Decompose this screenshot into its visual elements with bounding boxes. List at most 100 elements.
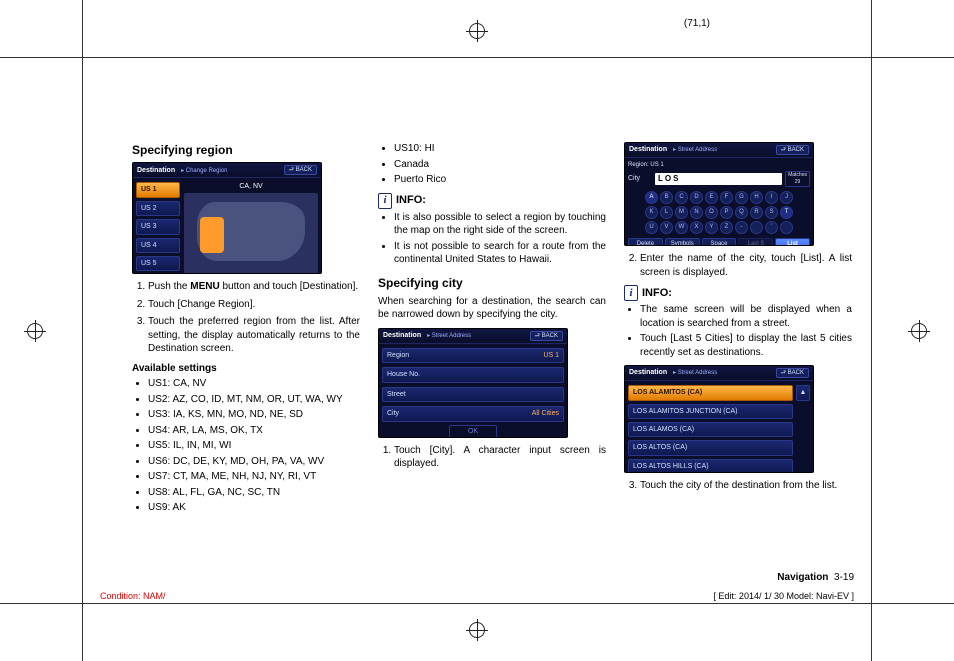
kbd-delete-button[interactable]: Delete (628, 238, 663, 246)
key[interactable]: P (720, 206, 733, 219)
info-heading: i INFO: (378, 193, 606, 209)
city-list-item[interactable]: LOS ALAMITOS (CA) (628, 385, 793, 400)
edit-stamp: [ Edit: 2014/ 1/ 30 Model: Navi-EV ] (713, 591, 854, 601)
region-opt[interactable]: US 2 (136, 201, 180, 216)
key[interactable]: Y (705, 221, 718, 234)
key[interactable]: U (645, 221, 658, 234)
screen-title: Destination (629, 369, 667, 376)
key[interactable]: F (720, 191, 733, 204)
section-footer: Navigation 3-19 (777, 572, 854, 583)
registration-mark (908, 320, 930, 342)
city-intro: When searching for a destination, the se… (378, 295, 606, 322)
key[interactable]: O (705, 206, 718, 219)
registration-mark (466, 619, 488, 641)
region-entry: US10: HI (394, 142, 606, 156)
more-regions-list: US10: HI Canada Puerto Rico (378, 142, 606, 187)
key[interactable]: K (645, 206, 658, 219)
region-opt[interactable]: US 3 (136, 219, 180, 234)
key[interactable]: ʼ (765, 221, 778, 234)
city-list-item[interactable]: LOS ALTOS (CA) (628, 440, 793, 455)
key[interactable]: D (690, 191, 703, 204)
region-map[interactable] (184, 193, 318, 274)
step: Touch the preferred region from the list… (148, 315, 360, 356)
kbd-space-button[interactable]: Space (702, 238, 737, 246)
back-button[interactable]: ⮐ BACK (776, 368, 809, 378)
region-value: US 1 (650, 162, 663, 168)
back-button[interactable]: ⮐ BACK (284, 165, 317, 175)
region-opt[interactable]: US 5 (136, 256, 180, 271)
key[interactable]: N (690, 206, 703, 219)
city-input[interactable]: LOS (655, 173, 782, 186)
key[interactable]: S (765, 206, 778, 219)
heading-specifying-city: Specifying city (378, 275, 606, 291)
key[interactable]: B (660, 191, 673, 204)
key[interactable]: L (660, 206, 673, 219)
key[interactable]: G (735, 191, 748, 204)
form-row-city[interactable]: CityAll Cities (382, 406, 564, 421)
region-entry: US1: CA, NV (148, 377, 360, 391)
back-button[interactable]: ⮐ BACK (530, 331, 563, 341)
map-title: CA, NV (184, 181, 318, 192)
key[interactable] (780, 221, 793, 234)
key[interactable]: R (750, 206, 763, 219)
key[interactable]: A (645, 191, 658, 204)
ok-button[interactable]: OK (449, 425, 497, 438)
crop-line (871, 0, 872, 661)
available-settings-label: Available settings (132, 362, 360, 376)
step: Enter the name of the city, touch [List]… (640, 252, 852, 279)
key[interactable]: Z (720, 221, 733, 234)
region-opt[interactable]: US 1 (136, 182, 180, 197)
column-2: US10: HI Canada Puerto Rico i INFO: It i… (378, 140, 606, 580)
info-icon: i (378, 193, 392, 209)
screen-title: Destination (137, 167, 175, 174)
key[interactable]: H (750, 191, 763, 204)
screen-subtitle: ▸ Change Region (181, 168, 227, 174)
step: Touch the city of the destination from t… (640, 479, 852, 493)
city-steps-1: Touch [City]. A character input screen i… (378, 444, 606, 471)
info-label: INFO: (642, 286, 672, 301)
screen-title: Destination (383, 332, 421, 339)
region-entry: US5: IL, IN, MI, WI (148, 439, 360, 453)
info-item: Touch [Last 5 Cities] to display the las… (640, 332, 852, 359)
key[interactable]: V (660, 221, 673, 234)
key[interactable]: M (675, 206, 688, 219)
onscreen-keyboard: A B C D E F G H I J K L M (628, 191, 810, 234)
key[interactable]: X (690, 221, 703, 234)
region-entry: US3: IA, KS, MN, MO, ND, NE, SD (148, 408, 360, 422)
region-opt[interactable]: US 4 (136, 238, 180, 253)
region-entry: US2: AZ, CO, ID, MT, NM, OR, UT, WA, WY (148, 393, 360, 407)
kbd-list-button[interactable]: List (775, 238, 810, 246)
key[interactable]: T (780, 206, 793, 219)
screenshot-city-list: Destination ▸ Street Address ⮐ BACK LOS … (624, 365, 814, 473)
region-steps: Push the MENU button and touch [Destinat… (132, 280, 360, 356)
key[interactable]: I (765, 191, 778, 204)
column-1: Specifying region Destination ▸ Change R… (132, 140, 360, 580)
form-row-street[interactable]: Street (382, 387, 564, 402)
form-row-houseno[interactable]: House No. (382, 367, 564, 382)
scroll-up-button[interactable]: ▲ (796, 385, 810, 400)
region-entry: US7: CT, MA, ME, NH, NJ, NY, RI, VT (148, 470, 360, 484)
key[interactable] (750, 221, 763, 234)
kbd-symbols-button[interactable]: Symbols (665, 238, 700, 246)
key[interactable]: - (735, 221, 748, 234)
info-label: INFO: (396, 193, 426, 208)
city-list-item[interactable]: LOS ALAMOS (CA) (628, 422, 793, 437)
key[interactable]: W (675, 221, 688, 234)
region-entry: US9: AK (148, 501, 360, 515)
city-list-item[interactable]: LOS ALAMITOS JUNCTION (CA) (628, 404, 793, 419)
crop-line (0, 603, 954, 604)
form-row-region[interactable]: RegionUS 1 (382, 348, 564, 363)
city-steps-3: Touch the city of the destination from t… (624, 479, 852, 493)
region-entry: US4: AR, LA, MS, OK, TX (148, 424, 360, 438)
key[interactable]: Q (735, 206, 748, 219)
key[interactable]: C (675, 191, 688, 204)
screen-subtitle: ▸ Street Address (673, 147, 717, 153)
screen-subtitle: ▸ Street Address (427, 333, 471, 339)
key[interactable]: J (780, 191, 793, 204)
kbd-last5-button[interactable]: Last 5 Cities (738, 238, 773, 246)
screenshot-city-keyboard: Destination ▸ Street Address ⮐ BACK Regi… (624, 142, 814, 246)
city-list-item[interactable]: LOS ALTOS HILLS (CA) (628, 459, 793, 473)
key[interactable]: E (705, 191, 718, 204)
back-button[interactable]: ⮐ BACK (776, 145, 809, 155)
matches-badge: Matches29 (785, 171, 810, 187)
